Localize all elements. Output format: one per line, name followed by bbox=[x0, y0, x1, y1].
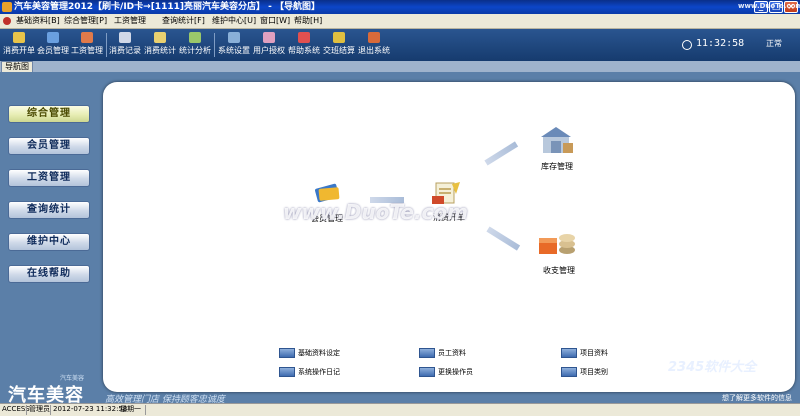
user-icon bbox=[263, 32, 275, 43]
exit-icon bbox=[368, 32, 380, 43]
tab-navigation[interactable]: 导航图 bbox=[1, 61, 33, 72]
inventory-management-label[interactable]: 库存管理 bbox=[541, 161, 573, 172]
window-titlebar: 汽车美容管理2012【刷卡/ID卡→[1111]亮丽汽车美容分店】 - 【导航图… bbox=[0, 0, 800, 14]
status-divider bbox=[50, 405, 51, 415]
clock: 11:32:58 bbox=[696, 38, 745, 49]
toolbar-user-auth-button[interactable]: 用户授权 bbox=[253, 31, 285, 59]
watermark-logo-sub: 国内最安全的软件站 bbox=[668, 382, 758, 393]
navigation-panel bbox=[103, 82, 795, 392]
menu-window[interactable]: 窗口[W] bbox=[260, 14, 290, 28]
link-staff-data[interactable]: 员工资料 bbox=[438, 348, 466, 358]
switch-user-icon[interactable] bbox=[419, 367, 435, 377]
toolbar-new-order-button[interactable]: 消费开单 bbox=[3, 31, 35, 59]
link-switch-operator[interactable]: 更换操作员 bbox=[438, 367, 473, 377]
toolbar-analysis-button[interactable]: 统计分析 bbox=[179, 31, 211, 59]
watermark-center: www.DuoTe.com bbox=[283, 200, 468, 224]
toolbar-member-button[interactable]: 会员管理 bbox=[37, 31, 69, 59]
category-icon[interactable] bbox=[561, 367, 577, 377]
toolbar-system-settings-button[interactable]: 系统设置 bbox=[218, 31, 250, 59]
order-icon bbox=[13, 32, 25, 43]
log-icon[interactable] bbox=[279, 367, 295, 377]
sidebar-maintenance[interactable]: 维护中心 bbox=[8, 233, 90, 251]
status-user: 管理员 bbox=[29, 405, 50, 413]
toolbar-consume-record-button[interactable]: 消费记录 bbox=[109, 31, 141, 59]
toolbar-consume-stats-button[interactable]: 消费统计 bbox=[144, 31, 176, 59]
more-info-link[interactable]: 想了解更多软件的信息 bbox=[722, 393, 792, 403]
analysis-icon bbox=[189, 32, 201, 43]
status-divider bbox=[145, 405, 146, 415]
link-project-data[interactable]: 项目资料 bbox=[580, 348, 608, 358]
status-bar: ACCESS 管理员 2012-07-23 11:32:58 星期一 bbox=[0, 403, 800, 416]
status-text: 正常 bbox=[766, 39, 782, 48]
sidebar-query-statistics[interactable]: 查询统计 bbox=[8, 201, 90, 219]
menu-help[interactable]: 帮助[H] bbox=[294, 14, 322, 28]
settings-icon bbox=[228, 32, 240, 43]
menu-app-icon bbox=[3, 17, 11, 25]
help-icon bbox=[298, 32, 310, 43]
link-operation-log[interactable]: 系统操作日记 bbox=[298, 367, 340, 377]
staff-icon[interactable] bbox=[419, 348, 435, 358]
sidebar-general-management[interactable]: 综合管理 bbox=[8, 105, 90, 123]
link-project-category[interactable]: 项目类别 bbox=[580, 367, 608, 377]
watermark-logo: 2345软件大全 bbox=[668, 360, 757, 375]
basic-data-icon[interactable] bbox=[279, 348, 295, 358]
stats-icon bbox=[154, 32, 166, 43]
sidebar-salary-management[interactable]: 工资管理 bbox=[8, 169, 90, 187]
toolbar-separator bbox=[214, 33, 215, 57]
watermark-corner: www.DuoTe.com bbox=[738, 2, 800, 10]
tab-strip bbox=[0, 61, 800, 72]
salary-icon bbox=[81, 32, 93, 43]
menu-maintenance[interactable]: 维护中心[U] bbox=[212, 14, 256, 28]
window-title: 汽车美容管理2012【刷卡/ID卡→[1111]亮丽汽车美容分店】 - 【导航图… bbox=[14, 2, 320, 12]
coins-icon[interactable] bbox=[537, 228, 577, 258]
menu-basic-data[interactable]: 基础资料[B] bbox=[16, 14, 60, 28]
shift-icon bbox=[333, 32, 345, 43]
menu-bar: 基础资料[B] 综合管理[P] 工资管理 查询统计[F] 维护中心[U] 窗口[… bbox=[0, 14, 800, 29]
warehouse-icon[interactable] bbox=[537, 125, 575, 155]
menu-salary-management[interactable]: 工资管理 bbox=[114, 14, 146, 28]
record-icon bbox=[119, 32, 131, 43]
status-divider bbox=[26, 405, 27, 415]
toolbar-shift-settlement-button[interactable]: 交班结算 bbox=[323, 31, 355, 59]
toolbar: 消费开单 会员管理 工资管理 消费记录 消费统计 统计分析 系统设置 用户授权 … bbox=[0, 29, 800, 61]
app-icon bbox=[2, 2, 12, 12]
toolbar-salary-button[interactable]: 工资管理 bbox=[71, 31, 103, 59]
menu-query-statistics[interactable]: 查询统计[F] bbox=[162, 14, 205, 28]
toolbar-help-button[interactable]: 帮助系统 bbox=[288, 31, 320, 59]
project-icon[interactable] bbox=[561, 348, 577, 358]
toolbar-exit-button[interactable]: 退出系统 bbox=[358, 31, 390, 59]
sidebar-online-help[interactable]: 在线帮助 bbox=[8, 265, 90, 283]
toolbar-separator bbox=[106, 33, 107, 57]
member-icon bbox=[47, 32, 59, 43]
status-weekday: 星期一 bbox=[120, 405, 141, 413]
menu-general-management[interactable]: 综合管理[P] bbox=[64, 14, 107, 28]
finance-management-label[interactable]: 收支管理 bbox=[543, 265, 575, 276]
status-datetime: 2012-07-23 11:32:58 bbox=[53, 405, 128, 413]
sidebar-member-management[interactable]: 会员管理 bbox=[8, 137, 90, 155]
clock-icon bbox=[682, 40, 692, 50]
link-basic-data-settings[interactable]: 基础资料设定 bbox=[298, 348, 340, 358]
